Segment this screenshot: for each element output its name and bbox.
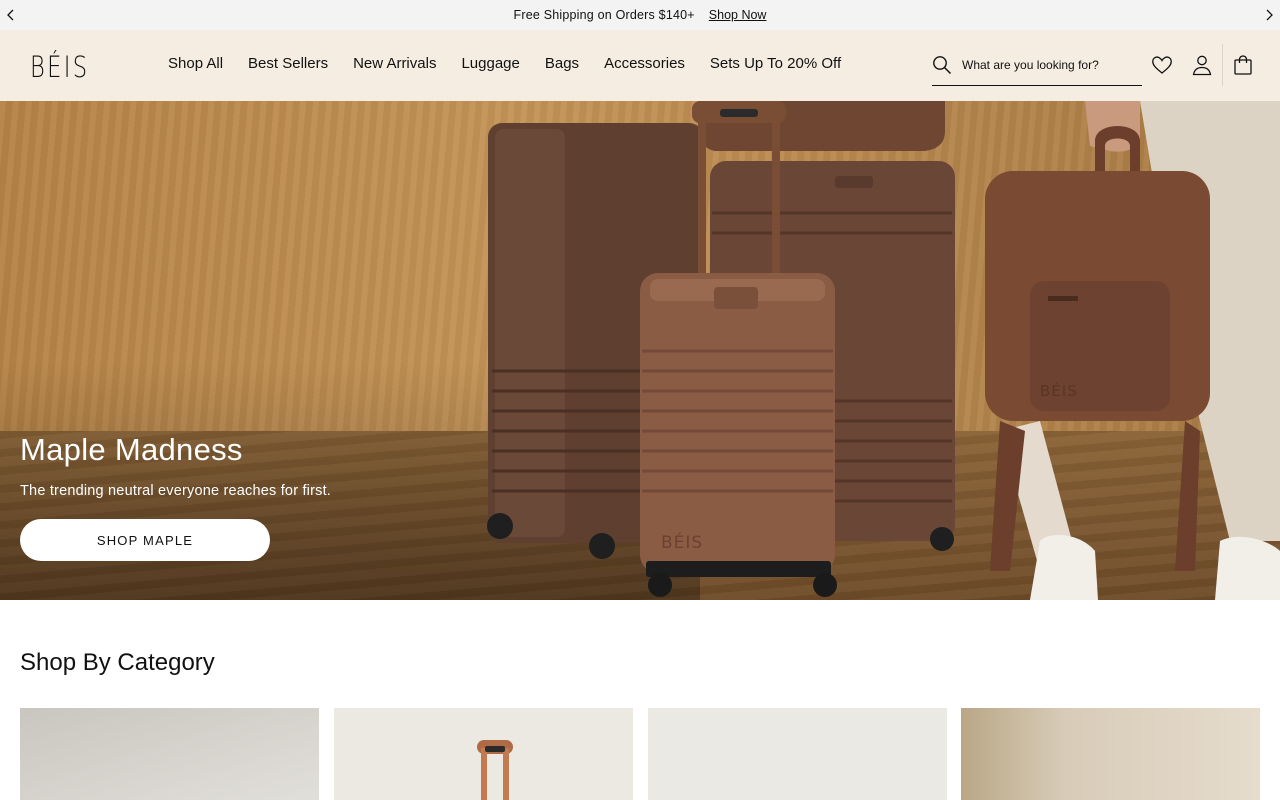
hero-subtitle: The trending neutral everyone reaches fo… — [20, 483, 332, 499]
hero-banner: BÉIS BÉIS Maple Madness The trending neu… — [0, 101, 1280, 600]
category-section-title: Shop By Category — [20, 649, 215, 676]
category-image-1 — [20, 708, 319, 800]
shop-now-link[interactable]: Shop Now — [709, 8, 767, 22]
search-icon[interactable] — [932, 55, 952, 75]
hero-title: Maple Madness — [20, 432, 243, 467]
heart-icon[interactable] — [1151, 54, 1173, 76]
nav-accessories[interactable]: Accessories — [604, 55, 685, 72]
cart-icon[interactable] — [1232, 54, 1254, 76]
category-image-4 — [961, 708, 1260, 800]
announcement-message: Free Shipping on Orders $140+ — [513, 8, 695, 22]
announcement-bar: Free Shipping on Orders $140+ Shop Now — [0, 0, 1280, 30]
site-header: BÉIS Shop All Best Sellers New Arrivals … — [0, 30, 1280, 101]
nav-new-arrivals[interactable]: New Arrivals — [353, 55, 436, 72]
carry-on-brand-mark: BÉIS — [661, 531, 703, 553]
nav-shop-all[interactable]: Shop All — [168, 55, 223, 72]
header-divider — [1222, 44, 1223, 86]
category-card-2[interactable] — [334, 708, 633, 800]
category-card-3[interactable] — [648, 708, 947, 800]
category-image-2 — [334, 708, 633, 800]
nav-bags[interactable]: Bags — [545, 55, 579, 72]
search-bar[interactable] — [932, 44, 1142, 86]
brand-logo[interactable]: BÉIS — [30, 50, 89, 84]
backpack-brand-mark: BÉIS — [1040, 381, 1078, 400]
chevron-left-icon[interactable] — [4, 8, 18, 22]
account-icon[interactable] — [1191, 54, 1213, 76]
category-image-3 — [648, 708, 946, 800]
nav-luggage[interactable]: Luggage — [461, 55, 519, 72]
nav-sets-sale[interactable]: Sets Up To 20% Off — [710, 55, 841, 72]
chevron-right-icon[interactable] — [1262, 8, 1276, 22]
nav-best-sellers[interactable]: Best Sellers — [248, 55, 328, 72]
search-input[interactable] — [962, 57, 1132, 72]
main-nav: Shop All Best Sellers New Arrivals Lugga… — [168, 55, 866, 72]
shop-maple-button[interactable]: SHOP MAPLE — [20, 519, 270, 561]
category-card-4[interactable] — [961, 708, 1260, 800]
category-card-1[interactable] — [20, 708, 319, 800]
